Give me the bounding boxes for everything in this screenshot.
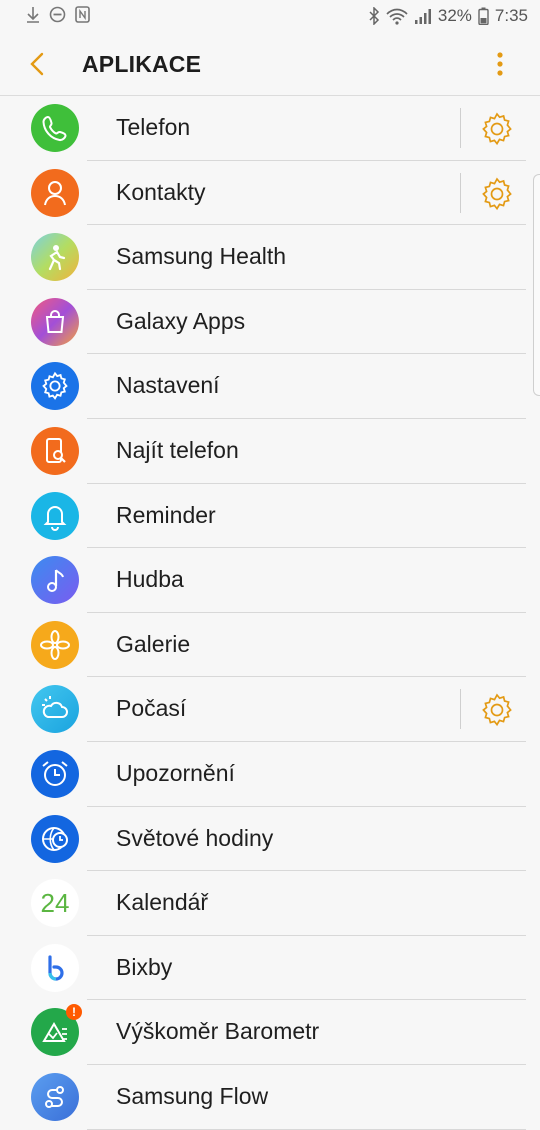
settings-app-icon (31, 362, 79, 411)
app-label: Světové hodiny (116, 824, 274, 851)
battery-icon (478, 7, 489, 25)
app-label: Galerie (116, 630, 191, 657)
clock: 7:35 (494, 6, 528, 25)
app-row[interactable]: Kontakty (0, 161, 540, 226)
health-icon (31, 233, 79, 282)
bell-icon (31, 491, 79, 540)
galaxy-apps-icon (31, 297, 79, 346)
back-icon[interactable] (26, 49, 50, 79)
app-bar: APLIKACE (0, 33, 540, 95)
app-row[interactable]: ! Výškoměr Barometr (0, 1000, 540, 1065)
app-row[interactable]: Telefon (0, 96, 540, 161)
settings-separator (460, 172, 461, 213)
gear-icon[interactable] (478, 110, 516, 148)
alarm-icon (31, 749, 79, 798)
app-row[interactable]: Počasí (0, 677, 540, 742)
app-label: Kontakty (116, 178, 206, 205)
scrollbar-handle[interactable] (533, 174, 540, 396)
app-row[interactable]: 24 Kalendář (0, 871, 540, 936)
app-row[interactable]: Světové hodiny (0, 807, 540, 872)
app-label: Počasí (116, 695, 187, 722)
app-label: Hudba (116, 566, 184, 593)
app-row[interactable]: Samsung Health (0, 225, 540, 290)
status-system: 32% 7:35 (368, 6, 528, 26)
find-phone-icon (31, 426, 79, 475)
app-row[interactable]: Reminder (0, 484, 540, 549)
app-row[interactable]: Samsung Flow (0, 1065, 540, 1130)
world-clock-icon (31, 814, 79, 863)
music-icon (31, 556, 79, 605)
app-row[interactable]: Hudba (0, 548, 540, 613)
app-row[interactable]: Bixby (0, 936, 540, 1001)
calendar-icon: 24 (31, 879, 79, 928)
app-label: Samsung Health (116, 243, 287, 270)
more-options-icon[interactable] (488, 49, 512, 79)
do-not-disturb-icon (49, 6, 66, 23)
contacts-icon (31, 168, 79, 217)
app-row[interactable]: Nastavení (0, 354, 540, 419)
nfc-icon (75, 6, 90, 23)
page-title: APLIKACE (82, 51, 202, 77)
app-row[interactable]: Upozornění (0, 742, 540, 807)
row-divider (87, 1128, 526, 1130)
signal-icon (414, 8, 431, 24)
weather-icon (31, 685, 79, 734)
download-icon (27, 7, 39, 23)
update-badge: ! (66, 1004, 82, 1021)
app-row[interactable]: Najít telefon (0, 419, 540, 484)
app-label: Nastavení (116, 372, 220, 399)
app-label: Telefon (116, 114, 191, 140)
app-label: Výškoměr Barometr (116, 1018, 320, 1045)
app-row[interactable]: Galerie (0, 613, 540, 678)
app-list: Telefon Kontakty Samsung Health Galaxy Apps… (0, 96, 540, 1130)
phone-icon (31, 104, 79, 152)
wifi-icon (386, 8, 408, 25)
bixby-icon (31, 943, 79, 992)
app-label: Bixby (116, 953, 173, 980)
app-label: Najít telefon (116, 436, 239, 463)
app-label: Kalendář (116, 889, 209, 916)
app-row[interactable]: Galaxy Apps (0, 290, 540, 355)
bluetooth-icon (369, 7, 379, 25)
settings-separator (460, 108, 461, 148)
battery-percent: 32% (437, 6, 472, 25)
app-label: Upozornění (116, 759, 235, 786)
flower-icon (31, 620, 79, 669)
status-notifications (26, 6, 90, 23)
app-label: Galaxy Apps (116, 307, 246, 334)
status-bar: 32% 7:35 (0, 0, 540, 33)
flow-icon (31, 1072, 79, 1121)
app-label: Reminder (116, 501, 216, 528)
gear-icon[interactable] (478, 691, 516, 729)
settings-separator (460, 689, 461, 730)
app-label: Samsung Flow (116, 1082, 269, 1109)
gear-icon[interactable] (478, 175, 516, 213)
